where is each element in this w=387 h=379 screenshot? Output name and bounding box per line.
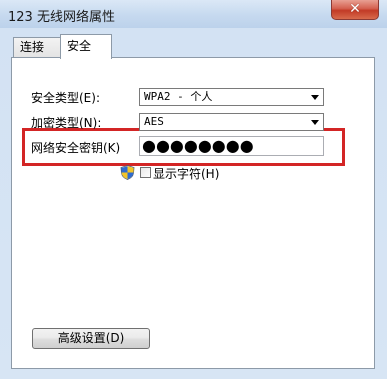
network-properties-window: 123 无线网络属性 ✕ 连接 安全 安全类型(E): WPA2 - 个人 加密… — [0, 0, 387, 379]
security-type-value: WPA2 - 个人 — [144, 90, 213, 103]
close-button[interactable]: ✕ — [331, 0, 379, 20]
advanced-settings-button[interactable]: 高级设置(D) — [32, 328, 150, 349]
encryption-type-label: 加密类型(N): — [31, 116, 102, 130]
title-bar[interactable]: 123 无线网络属性 ✕ — [0, 0, 387, 28]
encryption-type-value: AES — [144, 115, 164, 128]
show-characters-label[interactable]: 显示字符(H) — [153, 165, 219, 182]
tab-security[interactable]: 安全 — [60, 34, 112, 59]
tab-connection[interactable]: 连接 — [13, 37, 61, 58]
uac-shield-icon — [120, 165, 135, 180]
network-key-input[interactable]: ●●●●●●●● — [139, 136, 324, 156]
network-key-value: ●●●●●●●● — [142, 136, 254, 155]
security-type-label: 安全类型(E): — [31, 91, 100, 105]
network-key-label: 网络安全密钥(K) — [31, 141, 121, 155]
close-icon: ✕ — [349, 1, 361, 17]
security-type-select[interactable]: WPA2 - 个人 — [139, 88, 324, 106]
show-characters-checkbox[interactable] — [140, 167, 151, 178]
chevron-down-icon — [311, 95, 319, 100]
chevron-down-icon — [311, 120, 319, 125]
encryption-type-select[interactable]: AES — [139, 113, 324, 131]
window-title: 123 无线网络属性 — [8, 10, 115, 25]
